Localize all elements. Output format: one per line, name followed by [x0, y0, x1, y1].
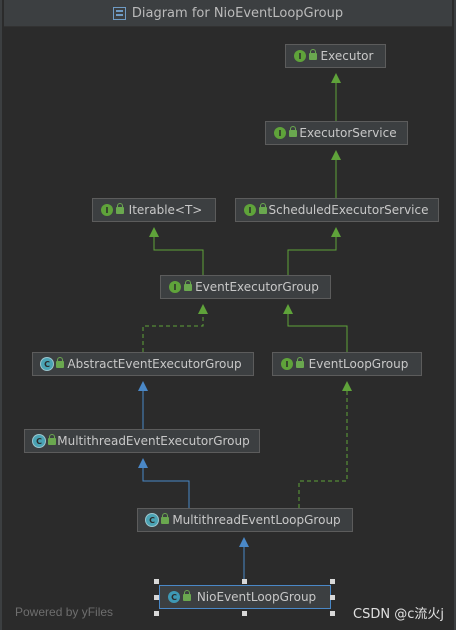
edge-eeg-scheduled [287, 236, 337, 275]
node-label: EventLoopGroup [308, 357, 409, 371]
interface-icon: I [281, 358, 293, 370]
interface-icon: I [294, 50, 306, 62]
node-label: Iterable<T> [128, 203, 203, 217]
interface-icon: I [101, 204, 113, 216]
selection-handle[interactable] [330, 595, 335, 600]
node-abstract-event-executor-group[interactable]: C AbstractEventExecutorGroup [32, 352, 254, 376]
lock-icon [289, 125, 297, 137]
edge-eeg-iterable [153, 236, 204, 275]
diagram-window: Diagram for NioEventLoopGroup I Executor… [0, 0, 456, 630]
lock-icon [116, 202, 124, 214]
arrowhead [239, 537, 249, 547]
selection-handle[interactable] [242, 611, 247, 616]
node-label: MultithreadEventLoopGroup [172, 513, 341, 527]
node-event-loop-group[interactable]: I EventLoopGroup [272, 352, 422, 376]
lock-icon [259, 202, 267, 214]
edge-aeeg-eeg [142, 313, 204, 352]
lock-icon [56, 356, 64, 368]
node-executor[interactable]: I Executor [285, 44, 386, 68]
edge-melg-meeg [142, 467, 190, 508]
selection-handle[interactable] [154, 579, 159, 584]
edge-layer [138, 73, 352, 579]
watermark: CSDN @c流火j [353, 607, 444, 622]
class-icon: C [168, 591, 180, 603]
node-label: NioEventLoopGroup [196, 590, 317, 604]
edge-elg-eeg [287, 313, 348, 352]
arrowhead [331, 150, 341, 160]
arrowhead [138, 458, 148, 468]
selection-handle[interactable] [330, 611, 335, 616]
node-scheduled-executor-service[interactable]: I ScheduledExecutorService [235, 198, 439, 222]
arrowhead [331, 73, 341, 83]
abstract-class-icon: C [33, 435, 45, 447]
node-label: MultithreadEventExecutorGroup [57, 434, 250, 448]
node-iterable[interactable]: I Iterable<T> [92, 198, 216, 222]
abstract-class-icon: C [41, 358, 53, 370]
edge-melg-elg [298, 390, 348, 508]
selection-handle[interactable] [154, 595, 159, 600]
lock-icon [309, 48, 317, 60]
arrowhead [198, 304, 208, 314]
node-label: Executor [320, 49, 374, 63]
lock-icon [48, 433, 56, 445]
abstract-class-icon: C [146, 514, 158, 526]
interface-icon: I [244, 204, 256, 216]
node-label: ExecutorService [299, 126, 397, 140]
node-label: EventExecutorGroup [195, 280, 319, 294]
interface-icon: I [274, 127, 286, 139]
lock-icon [161, 512, 169, 524]
arrowhead [149, 227, 159, 237]
selection-handle[interactable] [242, 579, 247, 584]
arrowhead [283, 304, 293, 314]
arrowhead [331, 227, 341, 237]
node-multithread-event-executor-group[interactable]: C MultithreadEventExecutorGroup [24, 429, 260, 453]
node-event-executor-group[interactable]: I EventExecutorGroup [160, 275, 331, 299]
node-label: ScheduledExecutorService [268, 203, 429, 217]
interface-icon: I [169, 281, 181, 293]
lock-icon [184, 279, 192, 291]
selection-handle[interactable] [330, 579, 335, 584]
arrowhead [138, 381, 148, 391]
node-nio-event-loop-group[interactable]: C NioEventLoopGroup [159, 585, 331, 609]
selection-handle[interactable] [154, 611, 159, 616]
lock-icon [296, 356, 304, 368]
arrowhead [342, 381, 352, 391]
node-label: AbstractEventExecutorGroup [67, 357, 242, 371]
node-multithread-event-loop-group[interactable]: C MultithreadEventLoopGroup [137, 508, 353, 532]
node-executor-service[interactable]: I ExecutorService [265, 121, 408, 145]
lock-icon [183, 589, 191, 601]
powered-by-label: Powered by yFiles [15, 605, 114, 619]
